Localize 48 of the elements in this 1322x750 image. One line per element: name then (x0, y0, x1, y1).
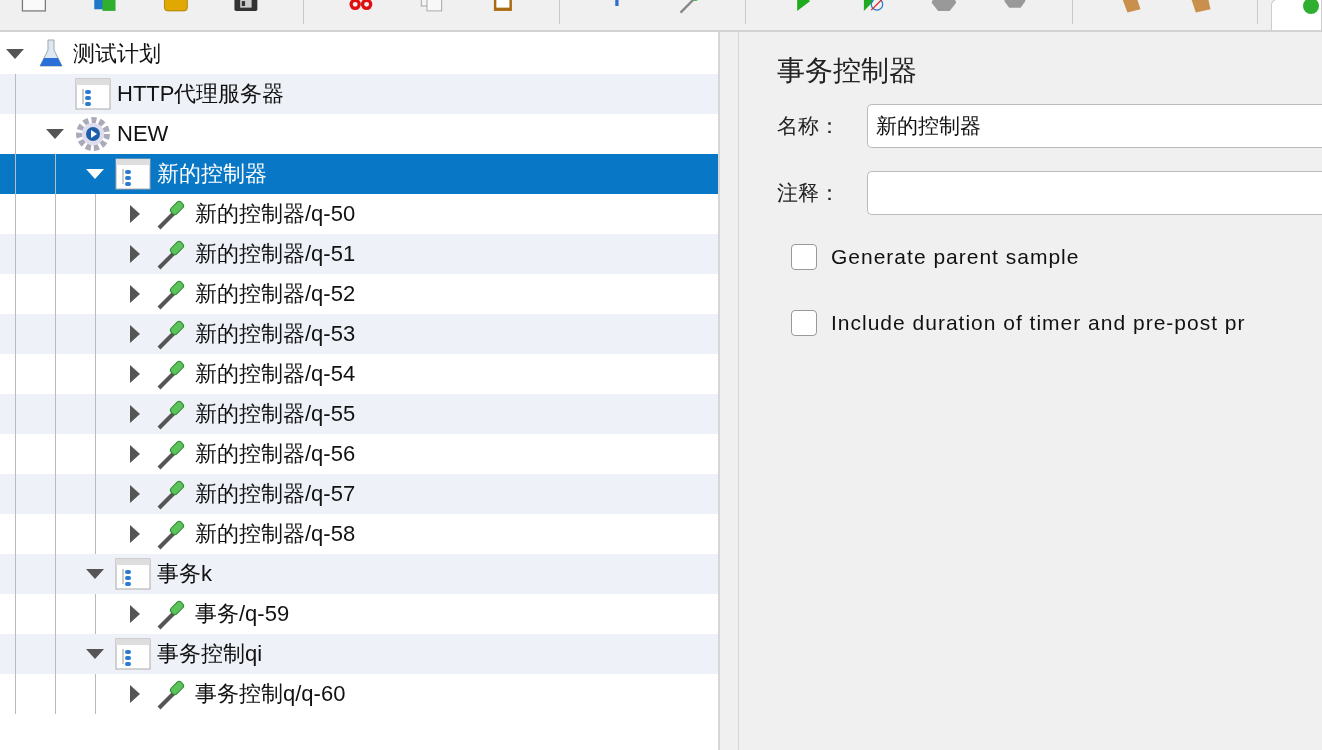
text-field[interactable]: 新的控制器 (867, 104, 1322, 148)
checkbox-label[interactable]: Include duration of timer and pre-post pr (831, 311, 1246, 335)
expand-arrow-icon[interactable] (129, 605, 141, 623)
expand-arrow-icon[interactable] (129, 205, 141, 223)
tree-item[interactable]: 事务/q-59 (0, 594, 718, 634)
checkbox[interactable] (791, 310, 817, 336)
expand-arrow-icon[interactable] (129, 325, 141, 343)
expand-arrow-icon[interactable] (129, 485, 141, 503)
expand-arrow-icon[interactable] (129, 445, 141, 463)
expand-arrow-icon[interactable] (129, 685, 141, 703)
field-label: 名称： (777, 113, 841, 139)
collapse-arrow-icon[interactable] (6, 48, 24, 60)
panel-title: 事务控制器 (777, 54, 918, 88)
tree-item[interactable]: 事务控制q/q-60 (0, 674, 718, 714)
collapse-arrow-icon[interactable] (86, 648, 104, 660)
tree-item[interactable]: NEW (0, 114, 718, 154)
tree-item[interactable]: 新的控制器/q-55 (0, 394, 718, 434)
checkbox[interactable] (791, 244, 817, 270)
expand-arrow-icon[interactable] (129, 405, 141, 423)
controller-icon (115, 638, 151, 670)
tree-item[interactable]: 新的控制器/q-57 (0, 474, 718, 514)
toolbar-tab[interactable] (1271, 0, 1322, 30)
tree-item[interactable]: 事务k (0, 554, 718, 594)
field-label: 注释： (777, 180, 841, 206)
expand-arrow-icon[interactable] (129, 285, 141, 303)
expand-arrow-icon[interactable] (129, 365, 141, 383)
tree-item[interactable]: 测试计划 (0, 34, 718, 74)
tree-item[interactable]: 新的控制器/q-52 (0, 274, 718, 314)
tree-item[interactable]: 新的控制器/q-50 (0, 194, 718, 234)
expand-arrow-icon[interactable] (129, 525, 141, 543)
controller-icon (115, 158, 151, 190)
tree-item[interactable]: 新的控制器/q-51 (0, 234, 718, 274)
tree-item[interactable]: 事务控制qi (0, 634, 718, 674)
tree-item[interactable]: 新的控制器/q-58 (0, 514, 718, 554)
tree-item[interactable]: 新的控制器/q-54 (0, 354, 718, 394)
controller-icon (115, 558, 151, 590)
tree-item[interactable]: 新的控制器/q-53 (0, 314, 718, 354)
collapse-arrow-icon[interactable] (86, 168, 104, 180)
text-field[interactable] (867, 171, 1322, 215)
collapse-arrow-icon[interactable] (86, 568, 104, 580)
tree-item[interactable]: HTTP代理服务器 (0, 74, 718, 114)
controller-icon (75, 78, 111, 110)
gear-icon (75, 116, 111, 152)
expand-arrow-icon[interactable] (129, 245, 141, 263)
collapse-arrow-icon[interactable] (46, 128, 64, 140)
tree-item[interactable]: 新的控制器 (0, 154, 718, 194)
checkbox-label[interactable]: Generate parent sample (831, 245, 1080, 269)
tree-item[interactable]: 新的控制器/q-56 (0, 434, 718, 474)
